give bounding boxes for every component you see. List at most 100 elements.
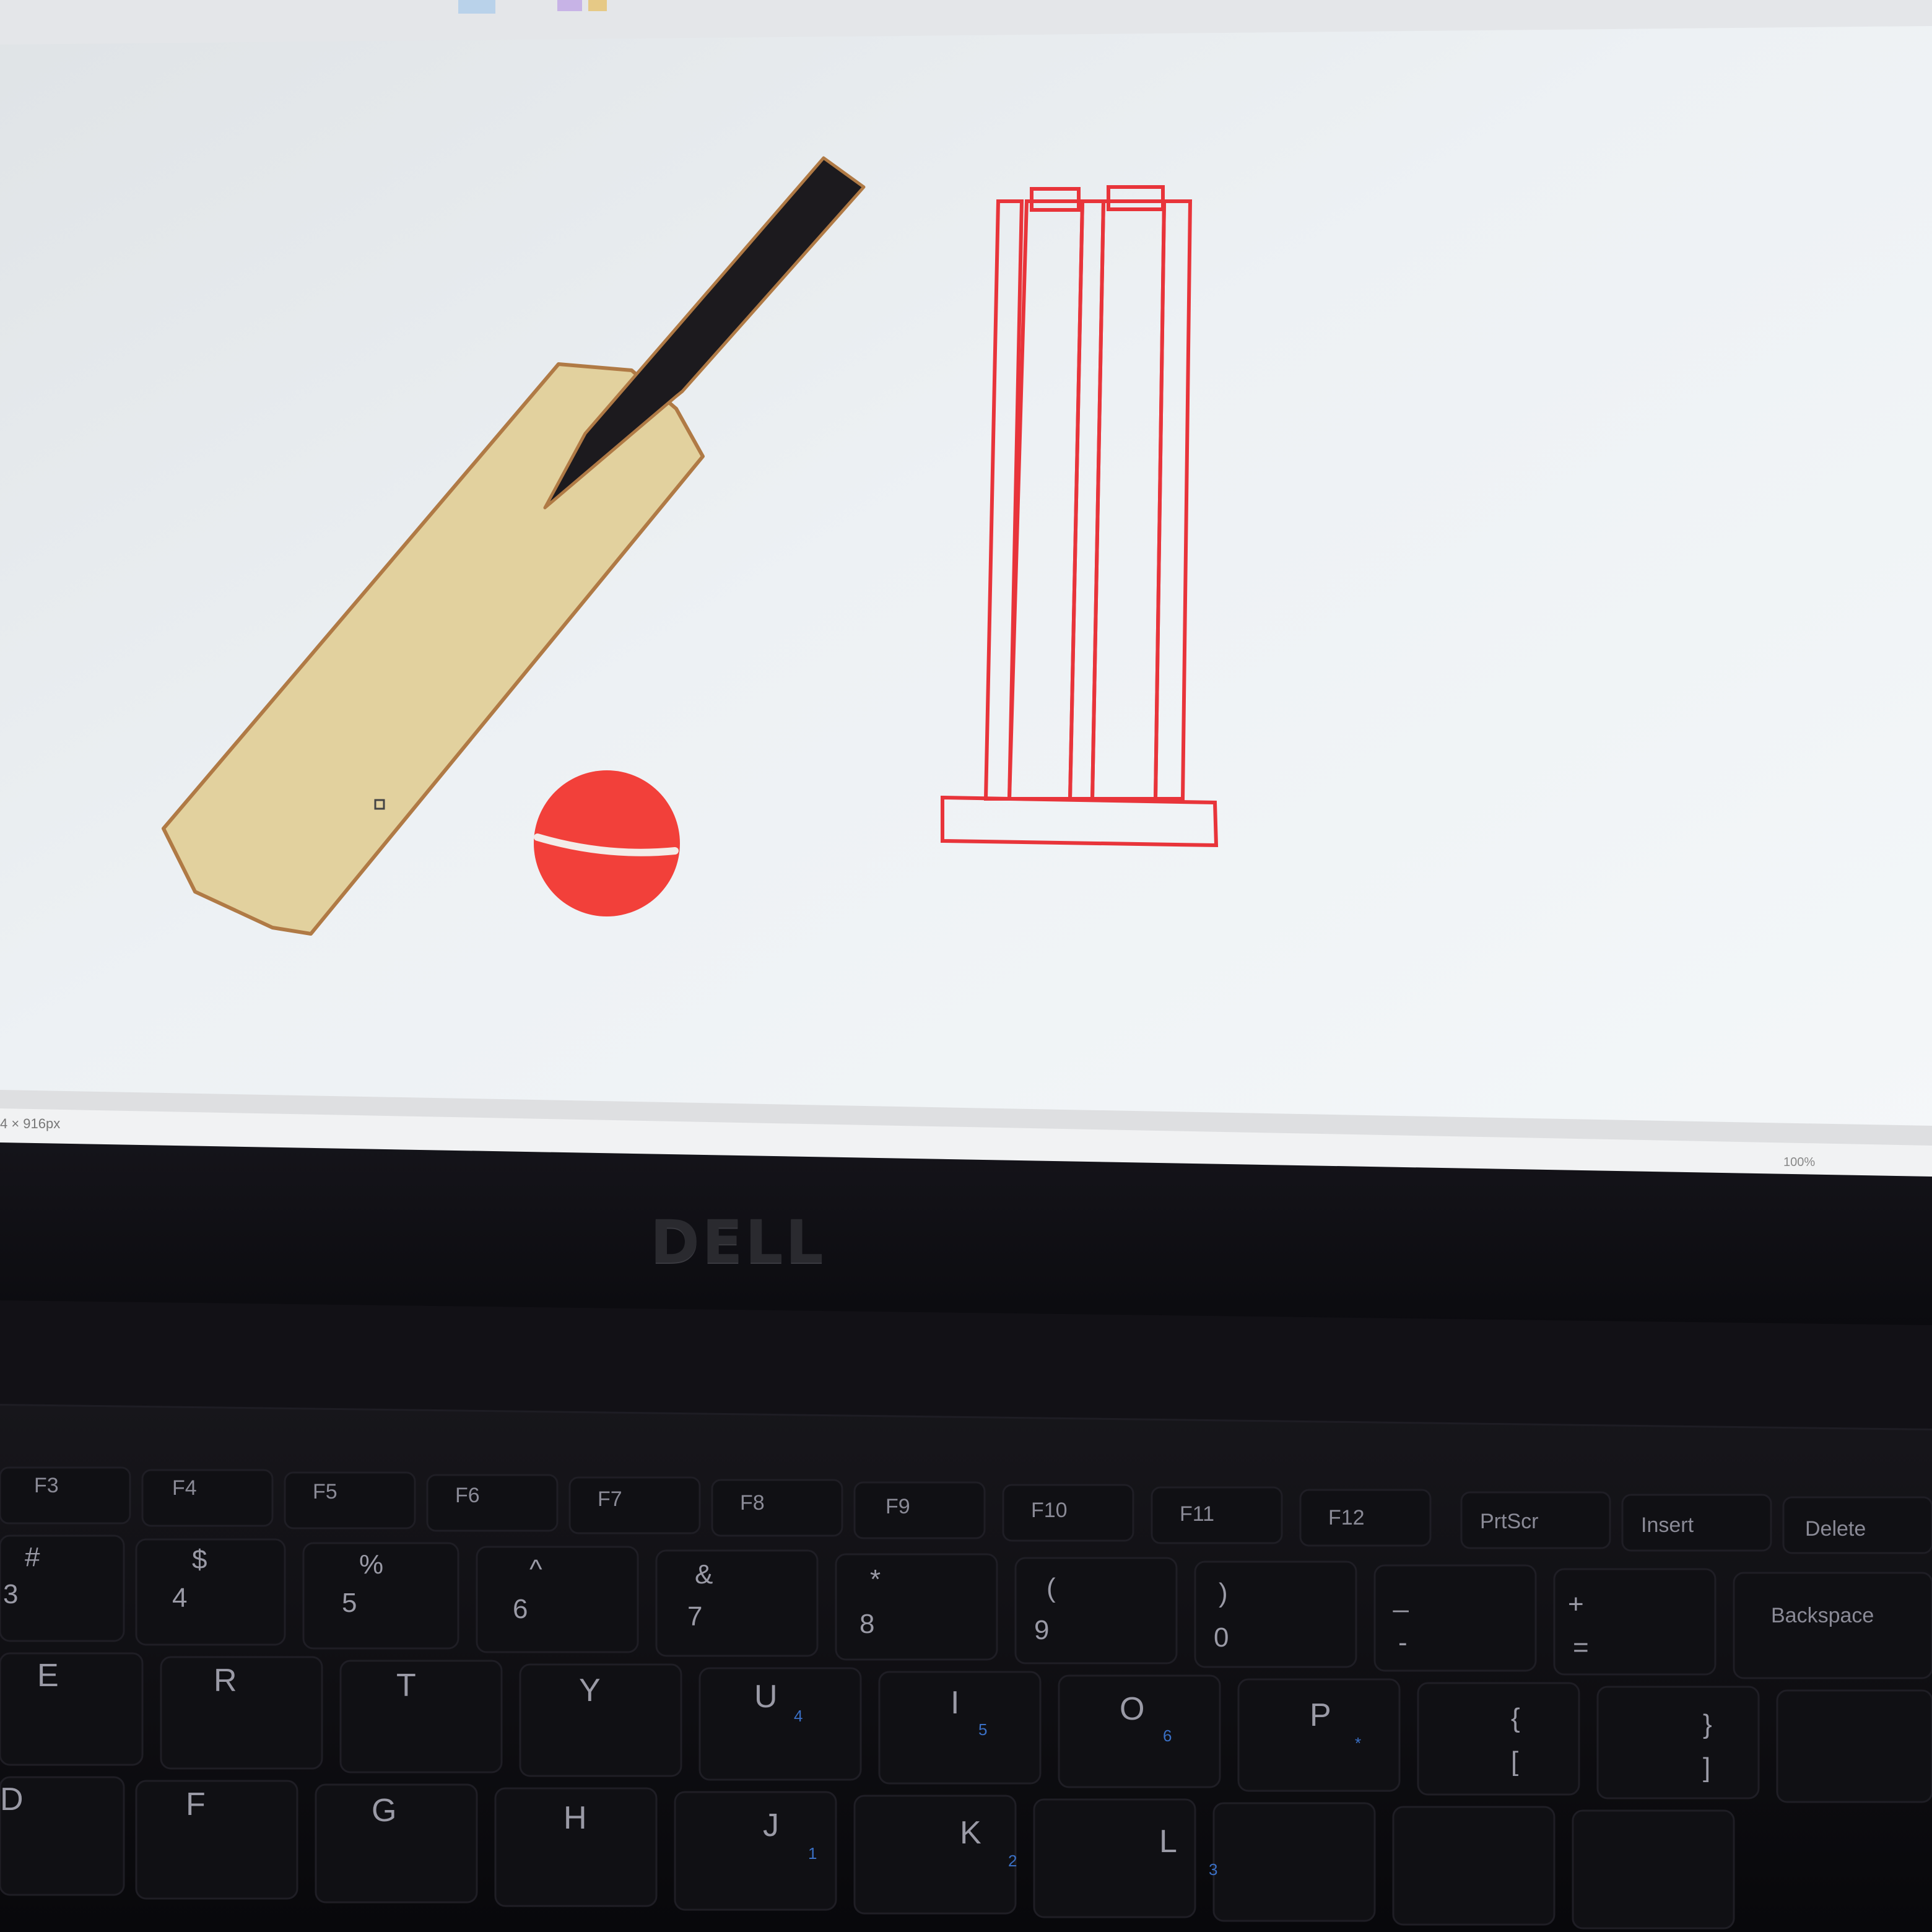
key-f4[interactable]: F4 <box>172 1476 197 1500</box>
key-9[interactable]: 9 <box>1034 1615 1049 1646</box>
key-6[interactable]: 6 <box>513 1594 528 1625</box>
key-brace-right[interactable]: } <box>1703 1709 1712 1740</box>
key-0[interactable]: 0 <box>1214 1622 1229 1653</box>
key-brace-left[interactable]: { <box>1511 1703 1520 1734</box>
toolbar-swatch <box>458 0 495 14</box>
key-bracket-left[interactable]: [ <box>1511 1746 1518 1777</box>
key-7[interactable]: 7 <box>687 1601 702 1632</box>
key-cap[interactable] <box>1237 1678 1401 1792</box>
dell-logo: DELL <box>650 1208 826 1277</box>
key-3[interactable]: 3 <box>3 1579 18 1610</box>
toolbar-swatch <box>588 0 607 11</box>
key-cap[interactable] <box>160 1656 323 1770</box>
key-4[interactable]: 4 <box>172 1583 187 1614</box>
key-cap[interactable] <box>655 1549 819 1657</box>
key-cap[interactable] <box>1002 1484 1134 1542</box>
key-y[interactable]: Y <box>579 1672 601 1709</box>
key-5[interactable]: 5 <box>342 1588 357 1619</box>
key-g[interactable]: G <box>372 1792 396 1829</box>
key-backspace[interactable]: Backspace <box>1771 1604 1874 1628</box>
key-cap[interactable] <box>1151 1486 1283 1544</box>
key-f12[interactable]: F12 <box>1328 1506 1365 1530</box>
key-minus[interactable]: - <box>1398 1627 1408 1658</box>
key-j[interactable]: J <box>763 1807 779 1844</box>
key-cap[interactable] <box>1014 1557 1178 1664</box>
key-6-shift: ^ <box>529 1554 542 1585</box>
key-cap[interactable] <box>0 1466 131 1525</box>
key-equals[interactable]: = <box>1573 1632 1589 1663</box>
canvas-dimensions-status: 4 × 916px <box>0 1116 61 1131</box>
key-cap[interactable] <box>878 1671 1042 1785</box>
key-insert[interactable]: Insert <box>1641 1513 1694 1538</box>
key-f11[interactable]: F11 <box>1180 1502 1214 1526</box>
key-5-shift: % <box>359 1549 384 1580</box>
key-cap[interactable] <box>519 1663 682 1777</box>
key-9-shift: ( <box>1046 1573 1056 1603</box>
key-cap[interactable] <box>0 1534 125 1642</box>
sub-legend: 3 <box>1209 1860 1218 1879</box>
key-4-shift: $ <box>192 1544 207 1575</box>
key-d[interactable]: D <box>0 1781 24 1818</box>
key-delete[interactable]: Delete <box>1805 1517 1866 1541</box>
key-cap[interactable] <box>568 1476 701 1534</box>
key-cap[interactable] <box>835 1553 998 1661</box>
key-prtscr[interactable]: PrtScr <box>1480 1510 1538 1534</box>
key-cap[interactable] <box>698 1667 862 1781</box>
sub-legend: * <box>1355 1734 1362 1752</box>
key-f9[interactable]: F9 <box>886 1495 910 1519</box>
key-f10[interactable]: F10 <box>1031 1499 1068 1523</box>
key-o[interactable]: O <box>1120 1690 1144 1728</box>
screen <box>0 0 1932 1177</box>
key-minus-shift: _ <box>1393 1583 1409 1613</box>
key-f8[interactable]: F8 <box>740 1491 765 1515</box>
key-cap[interactable] <box>1572 1809 1735 1930</box>
sub-legend: 6 <box>1163 1726 1172 1745</box>
key-cap[interactable] <box>853 1795 1017 1915</box>
key-cap[interactable] <box>135 1780 298 1900</box>
key-0-shift: ) <box>1219 1578 1228 1608</box>
key-f[interactable]: F <box>186 1786 206 1823</box>
key-cap[interactable] <box>0 1652 144 1766</box>
key-cap[interactable] <box>1299 1489 1432 1547</box>
key-cap[interactable] <box>711 1479 843 1537</box>
key-f3[interactable]: F3 <box>34 1474 59 1498</box>
key-cap[interactable] <box>426 1474 559 1532</box>
key-equals-shift: + <box>1568 1589 1584 1619</box>
key-8-shift: * <box>870 1564 881 1595</box>
key-cap[interactable] <box>284 1471 416 1530</box>
key-cap[interactable] <box>853 1481 986 1539</box>
key-p[interactable]: P <box>1310 1697 1331 1734</box>
key-u[interactable]: U <box>754 1678 778 1715</box>
key-3-shift: # <box>25 1542 40 1572</box>
sub-legend: 4 <box>794 1707 803 1725</box>
key-k[interactable]: K <box>960 1814 981 1852</box>
key-f5[interactable]: F5 <box>313 1480 337 1504</box>
key-h[interactable]: H <box>564 1799 587 1837</box>
key-8[interactable]: 8 <box>859 1609 874 1640</box>
sub-legend: 5 <box>978 1720 988 1739</box>
cricket-ball <box>534 770 680 916</box>
sub-legend: 2 <box>1008 1852 1017 1870</box>
key-l[interactable]: L <box>1159 1823 1177 1860</box>
key-i[interactable]: I <box>951 1684 959 1721</box>
key-cap[interactable] <box>1596 1686 1760 1799</box>
key-r[interactable]: R <box>214 1662 237 1699</box>
key-f6[interactable]: F6 <box>455 1484 480 1508</box>
key-cap[interactable] <box>135 1538 286 1646</box>
key-cap[interactable] <box>339 1660 503 1773</box>
key-e[interactable]: E <box>37 1657 59 1694</box>
key-f7[interactable]: F7 <box>598 1487 622 1512</box>
key-7-shift: & <box>695 1559 713 1590</box>
toolbar-swatch <box>557 0 582 11</box>
key-cap[interactable] <box>1212 1802 1376 1922</box>
key-bracket-right[interactable]: ] <box>1703 1752 1710 1783</box>
key-cap[interactable] <box>476 1546 639 1653</box>
key-cap[interactable] <box>1776 1689 1932 1803</box>
key-t[interactable]: T <box>396 1667 416 1704</box>
key-cap[interactable] <box>1392 1806 1556 1926</box>
sub-legend: 1 <box>808 1844 817 1863</box>
photo-scene <box>0 0 1932 1932</box>
key-cap[interactable] <box>1417 1682 1580 1796</box>
zoom-level: 100% <box>1783 1155 1816 1169</box>
key-cap[interactable] <box>141 1469 274 1527</box>
